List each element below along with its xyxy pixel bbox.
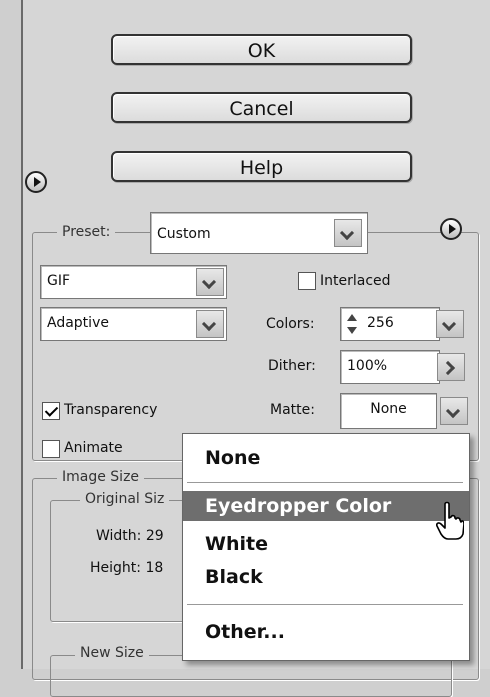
cancel-button[interactable]: Cancel	[111, 92, 412, 123]
format-dropdown-arrow-icon[interactable]	[196, 268, 224, 296]
spinner-icon[interactable]	[345, 314, 359, 334]
menu-separator	[187, 604, 463, 605]
animate-checkbox[interactable]	[42, 440, 60, 458]
new-size-legend: New Size	[75, 645, 149, 661]
reduction-dropdown-arrow-icon[interactable]	[196, 310, 224, 338]
dither-label: Dither:	[268, 358, 316, 374]
colors-field[interactable]: 256	[340, 307, 440, 341]
interlaced-checkbox[interactable]	[298, 272, 316, 290]
dither-field[interactable]: 100%	[340, 350, 440, 384]
preset-dropdown-arrow-icon[interactable]	[334, 219, 362, 247]
menu-separator	[187, 482, 463, 483]
preset-label: Preset:	[57, 224, 116, 240]
width-label: Width: 29	[96, 528, 164, 544]
matte-dropdown-arrow-icon[interactable]	[440, 397, 468, 425]
preset-value: Custom	[157, 226, 211, 242]
ok-button[interactable]: OK	[111, 34, 412, 65]
help-button[interactable]: Help	[111, 151, 412, 182]
original-size-legend: Original Siz	[80, 491, 170, 507]
interlaced-label: Interlaced	[320, 273, 391, 289]
menu-item-other[interactable]: Other...	[183, 617, 469, 647]
height-label: Height: 18	[90, 560, 164, 576]
matte-dropdown-menu: None Eyedropper Color White Black Other.…	[182, 433, 470, 661]
colors-value: 256	[367, 315, 394, 331]
matte-label: Matte:	[270, 402, 315, 418]
transparency-label: Transparency	[64, 402, 158, 418]
transparency-checkbox[interactable]	[42, 402, 60, 420]
menu-item-white[interactable]: White	[183, 529, 469, 559]
matte-select[interactable]: None	[340, 393, 437, 429]
dither-slider-arrow-icon[interactable]	[437, 353, 465, 381]
menu-item-eyedropper-color[interactable]: Eyedropper Color	[183, 491, 469, 521]
colors-label: Colors:	[266, 316, 315, 332]
image-size-legend: Image Size	[57, 469, 145, 485]
animate-label: Animate	[64, 440, 123, 456]
new-size-groupbox	[50, 655, 452, 697]
colors-dropdown-arrow-icon[interactable]	[436, 310, 464, 338]
play-arrow-icon[interactable]	[25, 171, 47, 193]
reduction-value: Adaptive	[47, 315, 109, 331]
matte-value: None	[370, 401, 407, 417]
dither-value: 100%	[347, 358, 388, 374]
hand-pointer-cursor-icon	[436, 501, 464, 540]
options-menu-icon[interactable]	[440, 218, 462, 240]
menu-item-black[interactable]: Black	[183, 562, 469, 592]
format-value: GIF	[47, 273, 71, 289]
menu-item-none[interactable]: None	[183, 443, 469, 473]
